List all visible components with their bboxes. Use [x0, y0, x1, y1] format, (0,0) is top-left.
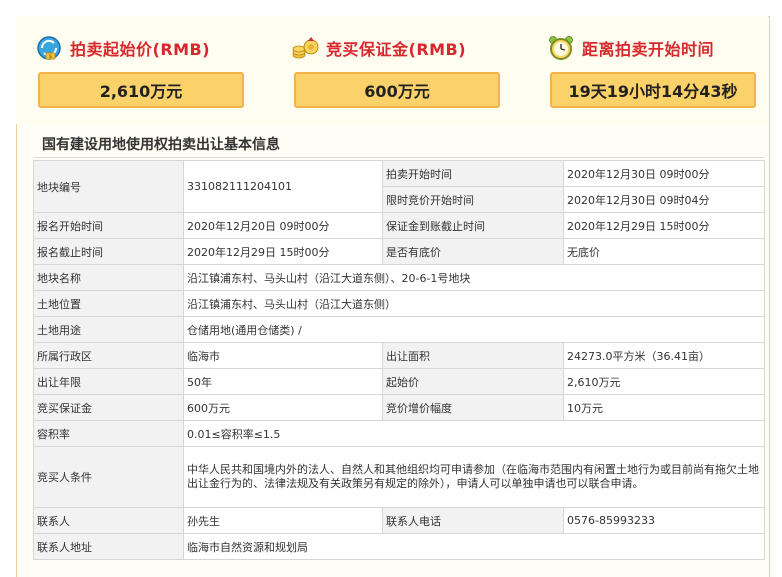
summary-header: $ 拍卖起始价(RMB) 2,610万元 竞买保证金(RMB) 600万元 距离… [16, 16, 768, 124]
auction-info-table: 地块编号 331082111204101 拍卖开始时间 2020年12月30日 … [33, 160, 765, 560]
area-value: 24273.0平方米（36.41亩） [563, 342, 765, 369]
deposit-cell-value: 600万元 [183, 394, 383, 421]
far-value: 0.01≤容积率≤1.5 [183, 420, 765, 447]
location-label: 土地位置 [33, 290, 184, 317]
deposit-title: 竞买保证金(RMB) [326, 40, 467, 59]
reserve-value: 无底价 [563, 238, 765, 265]
alarm-clock-icon [548, 35, 574, 61]
reg-start-value: 2020年12月20日 09时00分 [183, 212, 383, 239]
timed-bid-start-label: 限时竞价开始时间 [382, 186, 564, 213]
reg-end-value: 2020年12月29日 15时00分 [183, 238, 383, 265]
district-value: 临海市 [183, 342, 383, 369]
start-price-cell-value: 2,610万元 [563, 368, 765, 395]
start-price-label: 起始价 [382, 368, 564, 395]
auction-start-label: 拍卖开始时间 [382, 160, 564, 187]
svg-text:$: $ [49, 54, 52, 60]
coins-icon [292, 35, 319, 61]
table-row: 报名开始时间 2020年12月20日 09时00分 保证金到账截止时间 2020… [33, 212, 765, 239]
start-price-title: 拍卖起始价(RMB) [70, 40, 211, 59]
bidder-cond-value: 中华人民共和国境内外的法人、自然人和其他组织均可申请参加（在临海市范围内有闲置土… [183, 446, 765, 508]
location-value: 沿江镇浦东村、马头山村（沿江大道东侧） [183, 290, 765, 317]
reg-start-label: 报名开始时间 [33, 212, 184, 239]
deposit-panel: 竞买保证金(RMB) 600万元 [272, 16, 500, 124]
address-value: 临海市自然资源和规划局 [183, 533, 765, 560]
table-row: 土地位置 沿江镇浦东村、马头山村（沿江大道东侧） [33, 290, 765, 317]
section-title: 国有建设用地使用权拍卖出让基本信息 [42, 137, 280, 153]
table-row: 所属行政区 临海市 出让面积 24273.0平方米（36.41亩） [33, 342, 765, 369]
term-value: 50年 [183, 368, 383, 395]
table-row: 报名截止时间 2020年12月29日 15时00分 是否有底价 无底价 [33, 238, 765, 265]
parcel-no-value: 331082111204101 [183, 160, 383, 213]
contact-value: 孙先生 [183, 507, 383, 534]
table-row: 容积率 0.01≤容积率≤1.5 [33, 420, 765, 447]
table-row: 竞买保证金 600万元 竞价增价幅度 10万元 [33, 394, 765, 421]
table-row: 联系人地址 临海市自然资源和规划局 [33, 533, 765, 560]
parcel-name-label: 地块名称 [33, 264, 184, 291]
table-row: 竞买人条件 中华人民共和国境内外的法人、自然人和其他组织均可申请参加（在临海市范… [33, 446, 765, 508]
table-row: 地块编号 331082111204101 拍卖开始时间 2020年12月30日 … [33, 160, 765, 213]
money-icon: $ [36, 35, 62, 61]
deposit-label: 竞买保证金 [33, 394, 184, 421]
deposit-value: 600万元 [294, 72, 500, 108]
start-price-value: 2,610万元 [38, 72, 244, 108]
section-divider [34, 157, 764, 158]
table-row: 地块名称 沿江镇浦东村、马头山村（沿江大道东侧）、20-6-1号地块 [33, 264, 765, 291]
table-row: 出让年限 50年 起始价 2,610万元 [33, 368, 765, 395]
table-row: 土地用途 仓储用地(通用仓储类) / [33, 316, 765, 343]
phone-label: 联系人电话 [382, 507, 564, 534]
phone-value: 0576-85993233 [563, 507, 765, 534]
area-label: 出让面积 [382, 342, 564, 369]
table-row: 联系人 孙先生 联系人电话 0576-85993233 [33, 507, 765, 534]
countdown-panel: 距离拍卖开始时间 19天19小时14分43秒 [528, 16, 756, 124]
bidder-cond-label: 竞买人条件 [33, 446, 184, 508]
deposit-deadline-label: 保证金到账截止时间 [382, 212, 564, 239]
district-label: 所属行政区 [33, 342, 184, 369]
countdown-title: 距离拍卖开始时间 [582, 40, 715, 59]
parcel-no-label: 地块编号 [33, 160, 184, 213]
far-label: 容积率 [33, 420, 184, 447]
term-label: 出让年限 [33, 368, 184, 395]
land-use-value: 仓储用地(通用仓储类) / [183, 316, 765, 343]
increment-value: 10万元 [563, 394, 765, 421]
auction-start-value: 2020年12月30日 09时00分 [563, 160, 765, 187]
reg-end-label: 报名截止时间 [33, 238, 184, 265]
increment-label: 竞价增价幅度 [382, 394, 564, 421]
deposit-deadline-value: 2020年12月29日 15时00分 [563, 212, 765, 239]
parcel-name-value: 沿江镇浦东村、马头山村（沿江大道东侧）、20-6-1号地块 [183, 264, 765, 291]
contact-label: 联系人 [33, 507, 184, 534]
start-price-panel: $ 拍卖起始价(RMB) 2,610万元 [16, 16, 244, 124]
land-use-label: 土地用途 [33, 316, 184, 343]
countdown-value: 19天19小时14分43秒 [550, 72, 756, 108]
timed-bid-start-value: 2020年12月30日 09时04分 [563, 186, 765, 213]
reserve-label: 是否有底价 [382, 238, 564, 265]
address-label: 联系人地址 [33, 533, 184, 560]
